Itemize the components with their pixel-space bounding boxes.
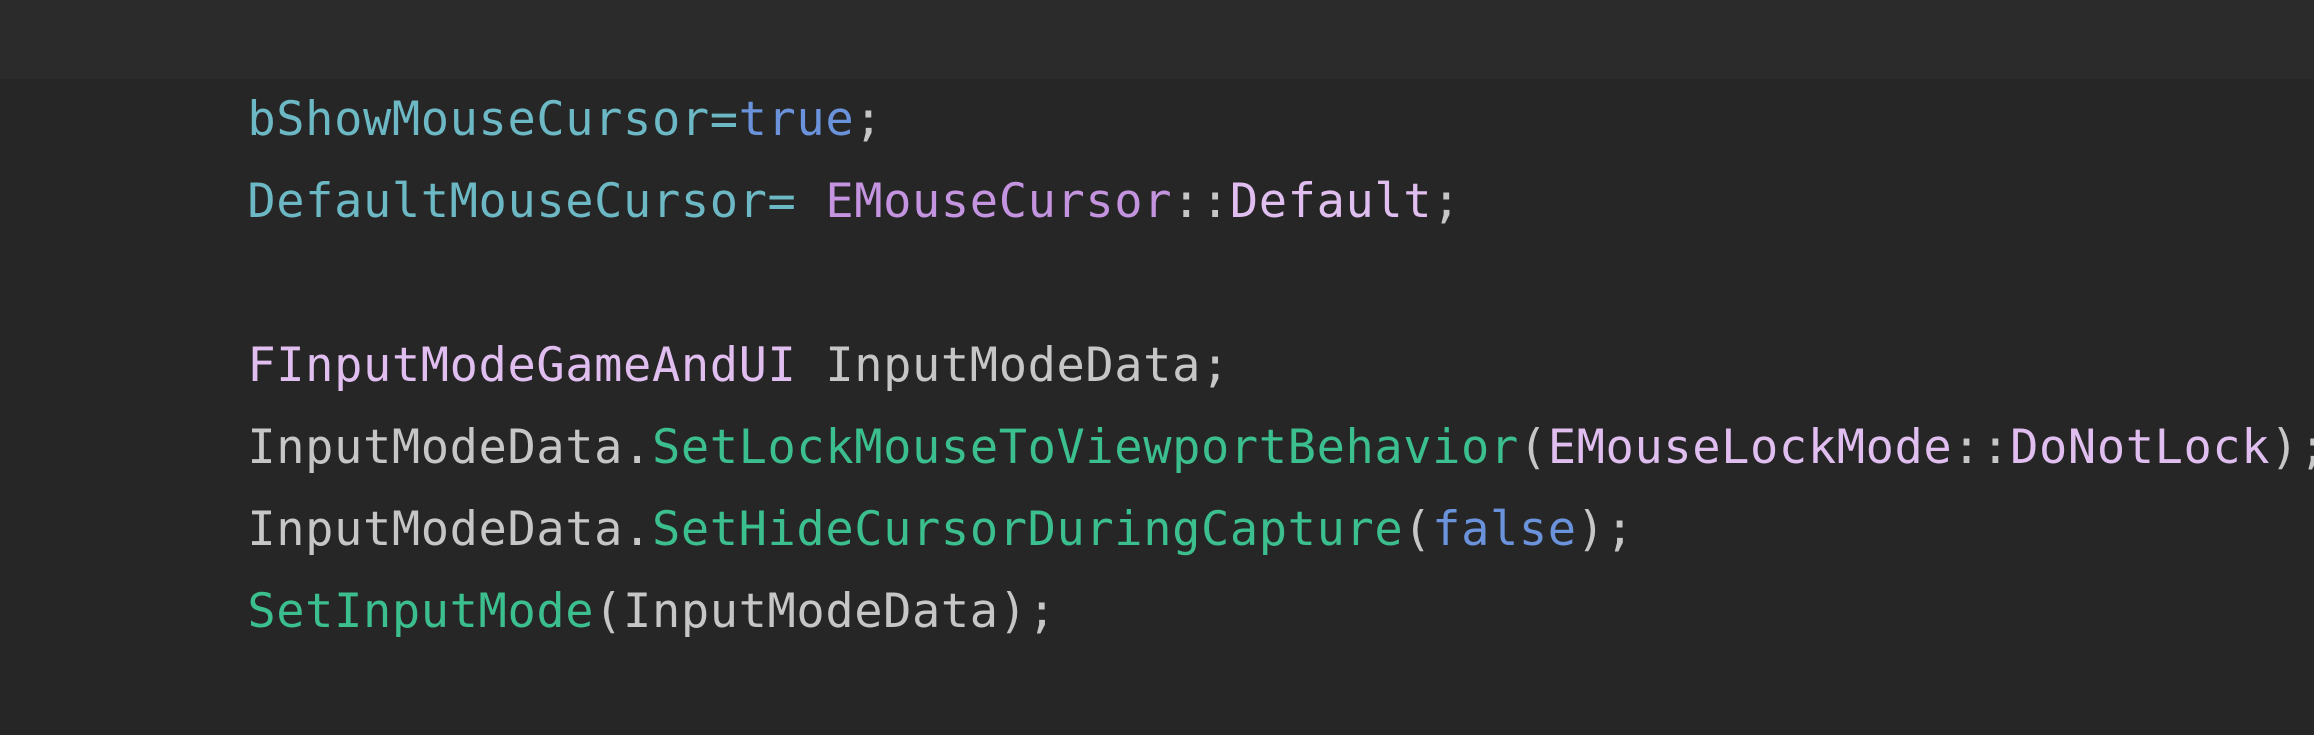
code-line-6[interactable]: InputModeData.SetHideCursorDuringCapture…: [0, 407, 2314, 557]
code-line-content: SetInputMode(InputModeData);: [74, 489, 1057, 735]
code-editor[interactable]: bShowMouseCursor=true; DefaultMouseCurso…: [0, 0, 2314, 639]
code-token: (InputModeData);: [594, 584, 1057, 639]
code-line-1[interactable]: bShowMouseCursor=true;: [0, 0, 2314, 147]
code-line-2[interactable]: DefaultMouseCursor= EMouseCursor::Defaul…: [0, 79, 2314, 229]
code-line-3[interactable]: [0, 161, 2314, 243]
code-line-5[interactable]: InputModeData.SetLockMouseToViewportBeha…: [0, 325, 2314, 475]
code-line-4[interactable]: FInputModeGameAndUI InputModeData;: [0, 243, 2314, 393]
code-line-7[interactable]: SetInputMode(InputModeData);: [0, 489, 2314, 639]
code-token: SetInputMode: [247, 584, 595, 639]
